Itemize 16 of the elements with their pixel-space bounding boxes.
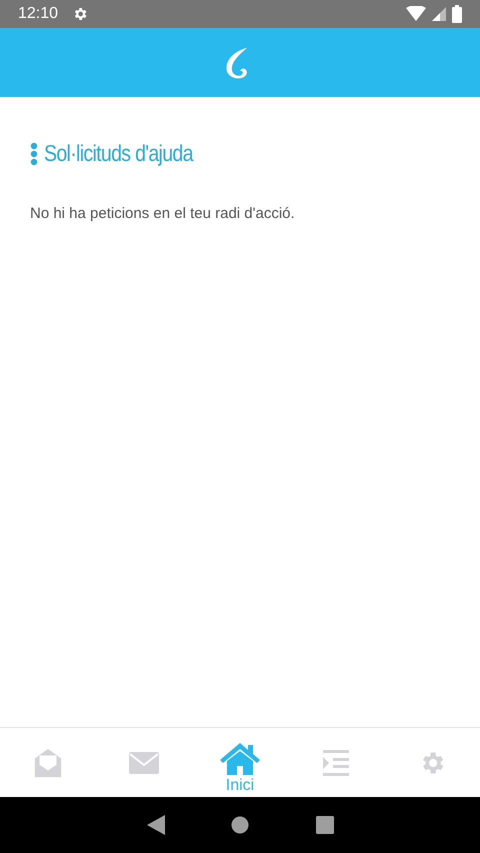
battery-icon <box>452 5 462 23</box>
mail-icon <box>129 752 159 774</box>
status-time: 12:10 <box>18 5 58 23</box>
empty-message: No hi ha peticions en el teu radi d'acció. <box>30 205 296 222</box>
dots-icon <box>30 142 38 166</box>
signal-icon <box>432 7 446 21</box>
home-tab[interactable]: Inici <box>210 742 270 794</box>
wifi-icon <box>406 6 426 22</box>
indent-icon <box>323 750 349 776</box>
back-icon[interactable] <box>146 815 164 835</box>
home-icon <box>220 742 260 774</box>
section-title: Sol·licituds d'ajuda <box>44 140 193 167</box>
home-button-icon[interactable] <box>231 816 249 834</box>
open-envelope-icon <box>33 748 63 778</box>
settings-icon <box>72 6 88 22</box>
recents-icon[interactable] <box>316 816 334 834</box>
